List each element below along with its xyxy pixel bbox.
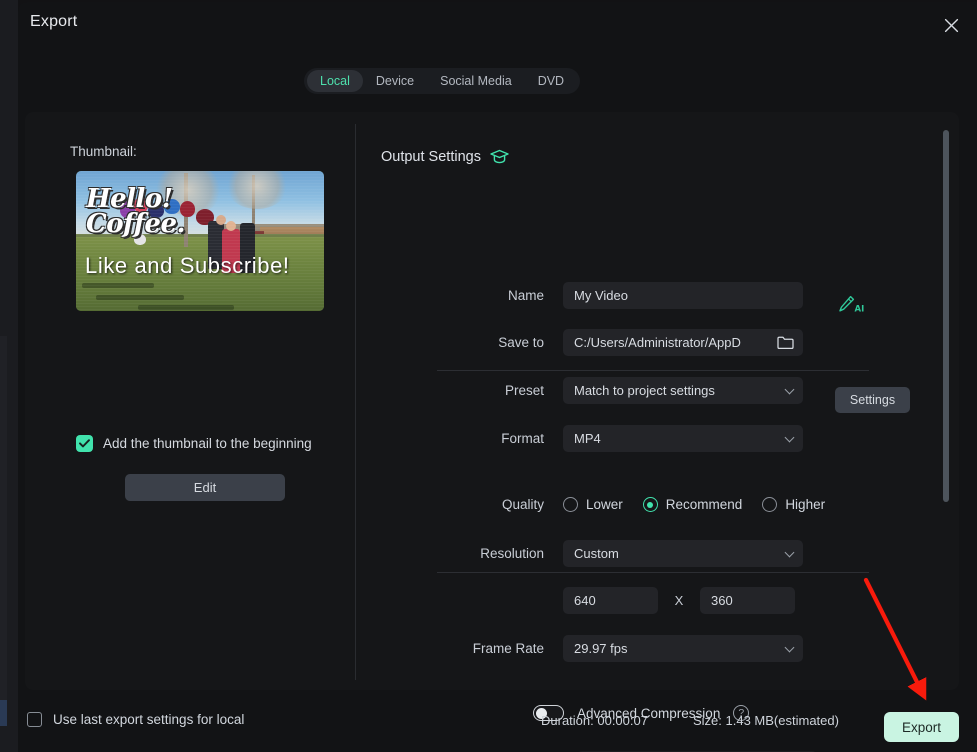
save-to-input[interactable]: C:/Users/Administrator/AppD <box>563 329 803 356</box>
tab-local[interactable]: Local <box>307 70 363 92</box>
save-to-row: Save to C:/Users/Administrator/AppD <box>381 329 803 356</box>
use-last-settings-row[interactable]: Use last export settings for local <box>27 712 244 727</box>
checkmark-icon <box>79 439 90 448</box>
add-thumbnail-checkbox-row[interactable]: Add the thumbnail to the beginning <box>76 435 312 452</box>
output-settings-header: Output Settings <box>381 149 509 165</box>
size-status: Size: 1.43 MB(estimated) <box>693 713 839 728</box>
resolution-height-input[interactable]: 360 <box>700 587 795 614</box>
chevron-down-icon <box>784 384 795 394</box>
frame-rate-select[interactable]: 29.97 fps <box>563 635 803 662</box>
quality-radio-group: Lower Recommend Higher <box>563 497 825 512</box>
preset-select[interactable]: Match to project settings <box>563 377 803 404</box>
tab-device[interactable]: Device <box>363 70 427 92</box>
resolution-dimensions-row: 640 X 360 <box>563 587 795 614</box>
preset-row: Preset Match to project settings <box>381 377 803 404</box>
quality-option-lower[interactable]: Lower <box>563 497 623 512</box>
name-row: Name My Video <box>381 282 803 309</box>
name-label: Name <box>507 288 544 303</box>
edit-thumbnail-button[interactable]: Edit <box>125 474 285 501</box>
dialog-title-bar: Export <box>18 2 977 50</box>
thumbnail-shadow-2 <box>96 295 184 300</box>
resolution-label: Resolution <box>480 546 544 561</box>
radio-icon-selected <box>642 497 658 512</box>
preset-settings-button[interactable]: Settings <box>835 387 910 413</box>
resolution-select[interactable]: Custom <box>563 540 803 567</box>
chevron-down-icon <box>784 547 795 557</box>
quality-row: Quality Lower Recommend Higher <box>381 497 825 512</box>
quality-option-higher[interactable]: Higher <box>762 497 825 512</box>
background-app-selected-clip <box>0 700 7 726</box>
svg-text:AI: AI <box>855 305 865 315</box>
thumbnail-overlay-text-3: Like and Subscribe! <box>85 253 290 278</box>
ai-pen-icon[interactable]: AI <box>837 294 867 318</box>
thumbnail-overlay-text-2: Coffee. <box>86 209 186 239</box>
export-destination-tabs: Local Device Social Media DVD <box>304 68 581 94</box>
duration-status: Duration: 00:00:07 <box>541 713 648 728</box>
radio-icon <box>563 497 578 512</box>
resolution-separator: X <box>674 593 684 608</box>
resolution-value: Custom <box>574 546 619 561</box>
name-input[interactable]: My Video <box>563 282 803 309</box>
resolution-row: Resolution Custom <box>381 540 803 567</box>
use-last-settings-label: Use last export settings for local <box>53 712 245 727</box>
quality-option-recommend-label: Recommend <box>665 497 743 512</box>
add-thumbnail-label: Add the thumbnail to the beginning <box>103 436 312 451</box>
export-dialog: Export Local Device Social Media DVD Thu… <box>18 2 977 752</box>
graduation-cap-icon[interactable] <box>490 149 509 165</box>
export-button[interactable]: Export <box>884 712 959 742</box>
thumbnail-shadow-1 <box>82 283 154 288</box>
section-divider-top <box>437 370 869 371</box>
save-to-label: Save to <box>498 335 544 350</box>
format-row: Format MP4 <box>381 425 803 452</box>
dialog-body: Thumbnail: Hello! Coffee. Like and Subsc… <box>25 112 959 752</box>
thumbnail-section-label: Thumbnail: <box>70 144 137 159</box>
frame-rate-row: Frame Rate 29.97 fps <box>381 635 803 662</box>
thumbnail-preview[interactable]: Hello! Coffee. Like and Subscribe! <box>76 171 324 311</box>
thumbnail-person-head-1 <box>216 215 226 225</box>
thumbnail-shadow-3 <box>138 305 234 310</box>
preset-value: Match to project settings <box>574 383 715 398</box>
close-icon <box>944 18 958 32</box>
dialog-footer: Use last export settings for local Durat… <box>18 696 977 752</box>
close-button[interactable] <box>935 10 967 40</box>
frame-rate-label: Frame Rate <box>472 641 544 656</box>
settings-scrollbar-thumb[interactable] <box>943 130 949 502</box>
panel-divider <box>355 124 356 680</box>
format-label: Format <box>501 431 544 446</box>
preset-label: Preset <box>504 383 544 398</box>
save-to-path-text: C:/Users/Administrator/AppD <box>574 335 741 350</box>
quality-option-higher-label: Higher <box>785 497 826 512</box>
quality-option-lower-label: Lower <box>586 497 623 512</box>
tab-dvd[interactable]: DVD <box>525 70 577 92</box>
background-app-panel-sliver <box>0 336 7 702</box>
thumbnail-person-head-2 <box>226 221 236 231</box>
format-value: MP4 <box>574 431 601 446</box>
resolution-width-input[interactable]: 640 <box>563 587 658 614</box>
radio-icon <box>762 497 778 512</box>
frame-rate-value: 29.97 fps <box>574 641 628 656</box>
folder-icon[interactable] <box>777 335 794 353</box>
quality-label: Quality <box>501 497 544 512</box>
section-divider-bottom <box>437 572 869 573</box>
chevron-down-icon <box>784 642 795 652</box>
output-settings-title: Output Settings <box>381 149 481 165</box>
format-select[interactable]: MP4 <box>563 425 803 452</box>
add-thumbnail-checkbox[interactable] <box>76 435 93 452</box>
settings-scrollbar[interactable] <box>943 130 949 672</box>
use-last-settings-checkbox[interactable] <box>27 712 42 727</box>
quality-option-recommend[interactable]: Recommend <box>642 497 743 512</box>
tab-social-media[interactable]: Social Media <box>427 70 525 92</box>
chevron-down-icon <box>784 432 795 442</box>
page-title: Export <box>30 13 78 30</box>
